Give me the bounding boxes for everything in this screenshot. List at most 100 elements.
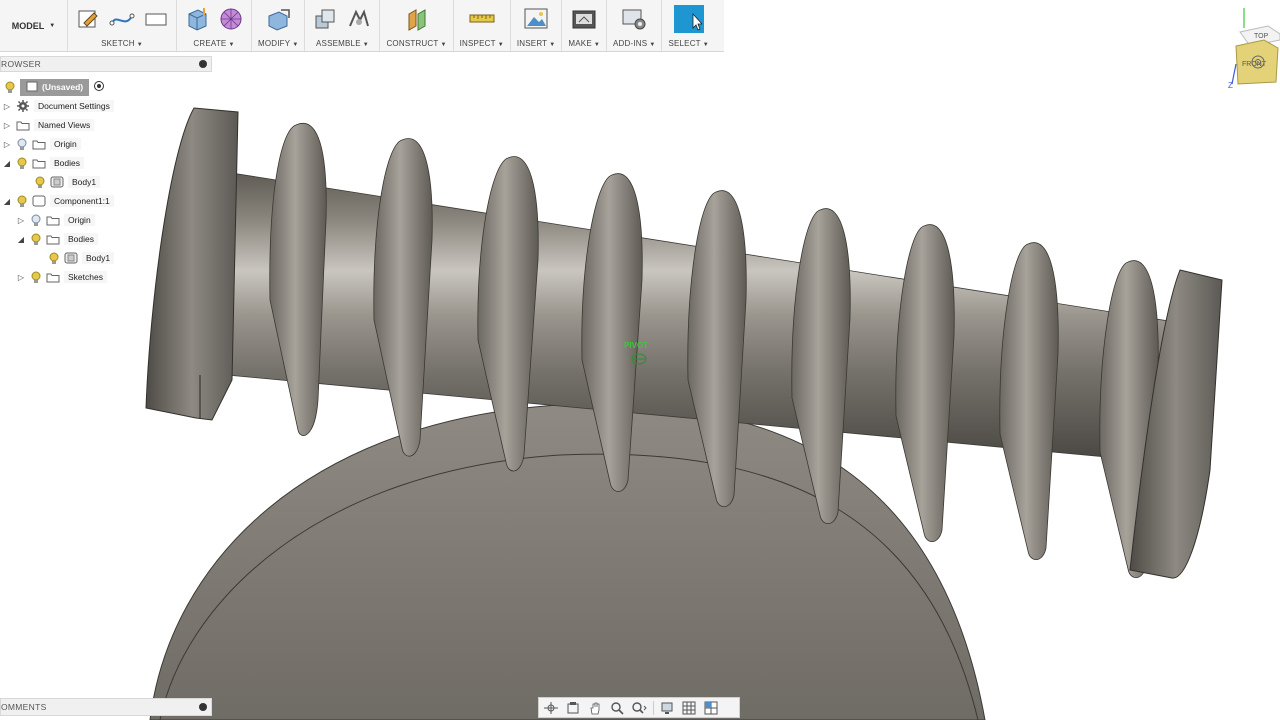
viewcube-top-face: TOP (1254, 33, 1269, 40)
folder-icon (46, 233, 60, 245)
tree-item-component1[interactable]: ◢ Component1:1 (2, 192, 114, 210)
folder-icon (46, 214, 60, 226)
gear-body[interactable] (149, 403, 986, 720)
gear-icon (16, 100, 30, 112)
insert-image-icon[interactable] (522, 5, 550, 33)
joint-icon[interactable] (345, 5, 373, 33)
pivot-label: PIVOT (624, 341, 648, 350)
sketch-group[interactable]: SKETCH ▼ (68, 0, 177, 51)
create-sketch-icon[interactable] (74, 5, 102, 33)
comments-panel-header[interactable]: OMMENTS (0, 698, 212, 716)
select-group[interactable]: SELECT ▼ (662, 0, 714, 51)
expand-triangle-icon[interactable]: ▷ (16, 215, 26, 225)
scripts-addins-icon[interactable] (620, 5, 648, 33)
tree-item-label: Bodies (64, 233, 98, 245)
visibility-bulb-icon[interactable] (30, 232, 42, 246)
viewports-icon[interactable] (704, 700, 720, 716)
line-tool-icon[interactable] (108, 5, 136, 33)
tree-item-component-body1[interactable]: Body1 (48, 249, 115, 267)
collapse-triangle-icon[interactable]: ◢ (16, 234, 26, 244)
inspect-label: INSPECT (459, 39, 496, 48)
comments-toggle-icon[interactable] (199, 703, 207, 711)
model-scene[interactable]: PIVOT (0, 0, 1280, 720)
insert-label: INSERT (516, 39, 548, 48)
visibility-bulb-icon[interactable] (16, 137, 28, 151)
activate-radio-icon[interactable] (93, 80, 105, 94)
document-icon (26, 81, 38, 94)
create-group[interactable]: CREATE ▼ (177, 0, 252, 51)
component-icon (32, 195, 46, 207)
workspace-switcher[interactable]: MODEL ▼ (0, 0, 68, 51)
insert-group[interactable]: INSERT ▼ (511, 0, 563, 51)
visibility-bulb-icon[interactable] (4, 80, 16, 94)
body-icon (64, 252, 78, 264)
create-label: CREATE (193, 39, 227, 48)
visibility-bulb-icon[interactable] (30, 213, 42, 227)
tree-item-label: Component1:1 (50, 195, 114, 207)
press-pull-icon[interactable] (264, 5, 292, 33)
main-toolbar: MODEL ▼ SKETCH ▼ CREATE ▼ MODIFY ▼ ASSEM… (0, 0, 724, 52)
tree-item-label: Document Settings (34, 100, 114, 112)
tree-item-bodies[interactable]: ◢ Bodies (2, 154, 84, 172)
extrude-icon[interactable] (183, 5, 211, 33)
comments-title: OMMENTS (1, 702, 47, 712)
make-label: MAKE (568, 39, 592, 48)
visibility-bulb-icon[interactable] (16, 194, 28, 208)
chevron-down-icon: ▼ (49, 22, 56, 29)
tree-item-named-views[interactable]: ▷ Named Views (2, 116, 95, 134)
tree-item-component-bodies[interactable]: ◢ Bodies (16, 230, 98, 248)
look-at-icon[interactable] (565, 700, 581, 716)
expand-triangle-icon[interactable]: ▷ (2, 139, 12, 149)
modify-group[interactable]: MODIFY ▼ (252, 0, 306, 51)
tree-item-label: Named Views (34, 119, 95, 131)
collapse-triangle-icon[interactable]: ◢ (2, 196, 12, 206)
tree-item-root[interactable]: (Unsaved) (4, 78, 105, 96)
visibility-bulb-icon[interactable] (30, 270, 42, 284)
form-icon[interactable] (217, 5, 245, 33)
grid-snaps-icon[interactable] (682, 700, 698, 716)
folder-icon (32, 138, 46, 150)
offset-plane-icon[interactable] (403, 5, 431, 33)
zoom-icon[interactable] (609, 700, 625, 716)
rectangle-tool-icon[interactable] (142, 5, 170, 33)
browser-panel-header[interactable]: ROWSER (0, 56, 212, 72)
display-settings-icon[interactable] (660, 700, 676, 716)
expand-triangle-icon[interactable]: ▷ (16, 272, 26, 282)
tree-item-component-origin[interactable]: ▷ Origin (16, 211, 95, 229)
tree-item-origin[interactable]: ▷ Origin (2, 135, 81, 153)
construct-group[interactable]: CONSTRUCT ▼ (380, 0, 454, 51)
orbit-icon[interactable] (543, 700, 559, 716)
add-ins-group[interactable]: ADD-INS ▼ (607, 0, 663, 51)
zoom-window-icon[interactable] (631, 700, 647, 716)
browser-toggle-icon[interactable] (199, 60, 207, 68)
make-group[interactable]: MAKE ▼ (562, 0, 608, 51)
collapse-triangle-icon[interactable]: ◢ (2, 158, 12, 168)
select-cursor-icon[interactable] (673, 5, 704, 33)
expand-triangle-icon[interactable]: ▷ (2, 101, 12, 111)
3d-print-icon[interactable] (570, 5, 598, 33)
visibility-bulb-icon[interactable] (16, 156, 28, 170)
axis-z-label: Z (1228, 81, 1233, 90)
tree-item-label: (Unsaved) (42, 82, 84, 92)
navigation-bar (538, 697, 740, 718)
pan-hand-icon[interactable] (587, 700, 603, 716)
tree-item-label: Sketches (64, 271, 107, 283)
assemble-group[interactable]: ASSEMBLE ▼ (305, 0, 381, 51)
construct-label: CONSTRUCT (386, 39, 439, 48)
viewcube[interactable]: Z TOP FRONT (1218, 4, 1280, 92)
tree-item-label: Body1 (82, 252, 115, 264)
expand-triangle-icon[interactable]: ▷ (2, 120, 12, 130)
canvas-viewport[interactable]: PIVOT (0, 0, 1280, 720)
tree-item-body1[interactable]: Body1 (34, 173, 101, 191)
workspace-label: MODEL (11, 20, 45, 31)
new-component-icon[interactable] (311, 5, 339, 33)
tree-item-sketches[interactable]: ▷ Sketches (16, 268, 107, 286)
worm-end-left[interactable] (145, 107, 239, 421)
tree-item-document-settings[interactable]: ▷ Document Settings (2, 97, 114, 115)
inspect-group[interactable]: INSPECT ▼ (454, 0, 511, 51)
visibility-bulb-icon[interactable] (48, 251, 60, 265)
body-icon (50, 176, 64, 188)
visibility-bulb-icon[interactable] (34, 175, 46, 189)
sketch-label: SKETCH (101, 39, 135, 48)
measure-icon[interactable] (468, 5, 496, 33)
